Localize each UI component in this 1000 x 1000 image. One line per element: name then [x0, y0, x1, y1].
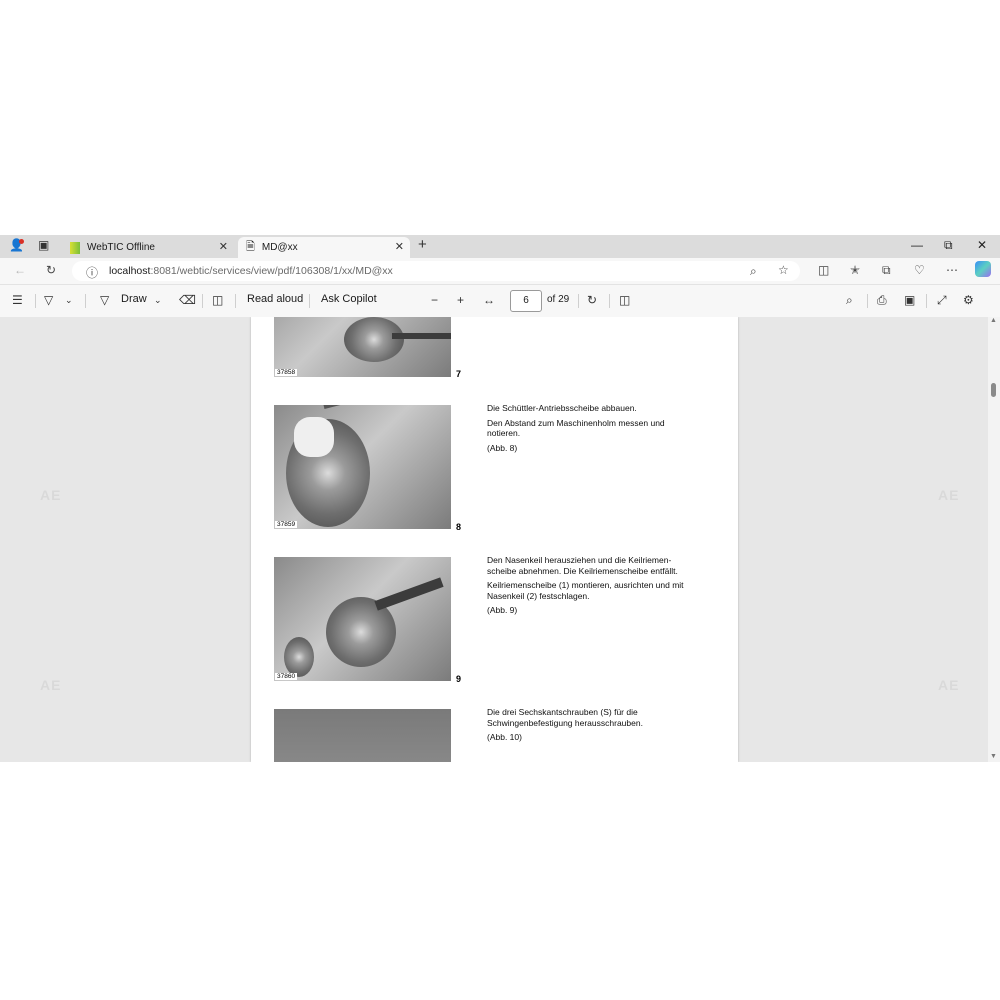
- refresh-icon[interactable]: ↻: [46, 263, 56, 277]
- toolbar-separator: [235, 294, 236, 308]
- settings-gear-icon[interactable]: ⚙: [963, 293, 974, 307]
- new-tab-icon[interactable]: +: [418, 236, 427, 253]
- instruction-paragraph: (Abb. 8): [487, 442, 518, 453]
- tab-title: MD@xx: [261, 242, 298, 253]
- chevron-down-icon[interactable]: ⌄: [65, 295, 73, 306]
- pdf-viewer[interactable]: AE AE AE AE AE AE AE AE 37858 7 37859 8: [0, 317, 988, 762]
- favorites-icon[interactable]: ✭: [850, 263, 860, 277]
- url-host: localhost: [109, 265, 151, 277]
- toolbar-separator: [609, 294, 610, 308]
- figure-code: 37858: [275, 369, 298, 376]
- page-total: of 29: [547, 294, 570, 305]
- instruction-text: Die Schüttler-Antriebsscheibe abbauen. D…: [487, 403, 687, 457]
- figure-photo: 37860: [274, 557, 451, 681]
- instruction-paragraph: (Abb. 10): [487, 732, 522, 742]
- toolbar-separator: [578, 294, 579, 308]
- address-row: ← ↻ ⓘ localhost:8081/webtic/services/vie…: [0, 258, 1000, 284]
- watermark: AE: [40, 487, 62, 503]
- print-icon[interactable]: ⎙: [877, 293, 887, 308]
- instruction-paragraph: Den Nasenkeil herausziehen und die Keilr…: [487, 555, 678, 576]
- restore-icon[interactable]: ⧉: [944, 238, 953, 253]
- collections-icon[interactable]: ⧉: [882, 263, 891, 278]
- highlight-icon[interactable]: ▽: [44, 293, 53, 307]
- watermark: AE: [938, 487, 960, 503]
- toolbar-separator: [309, 294, 310, 308]
- contents-icon[interactable]: ☰: [12, 293, 23, 307]
- tab-actions-icon[interactable]: ▣: [38, 238, 49, 252]
- minimize-icon[interactable]: —: [911, 238, 923, 252]
- favorite-star-icon[interactable]: ☆: [778, 263, 789, 277]
- instruction-paragraph: Die drei Sechskantschrauben (S) für die …: [487, 707, 643, 728]
- close-window-icon[interactable]: ✕: [977, 238, 987, 252]
- url-text[interactable]: localhost:8081/webtic/services/view/pdf/…: [109, 265, 393, 277]
- draw-button[interactable]: Draw: [121, 293, 147, 305]
- instruction-text: Die drei Sechskantschrauben (S) für die …: [487, 707, 687, 747]
- figure-number: 7: [456, 369, 462, 379]
- webtic-favicon: [70, 241, 80, 254]
- fit-page-icon[interactable]: ↔: [483, 293, 495, 307]
- instruction-paragraph: Die Schüttler-Antriebsscheibe abbauen.: [487, 403, 637, 413]
- instruction-paragraph: Den Abstand zum Maschinenholm messen und…: [487, 417, 665, 439]
- scroll-down-icon[interactable]: ▼: [990, 753, 997, 760]
- toolbar-separator: [926, 294, 927, 308]
- copilot-icon[interactable]: [975, 261, 991, 277]
- toolbar-separator: [867, 294, 868, 308]
- zoom-in-icon[interactable]: +: [457, 293, 464, 307]
- address-bar[interactable]: ⓘ localhost:8081/webtic/services/view/pd…: [72, 261, 800, 281]
- toolbar-separator: [85, 294, 86, 308]
- document-icon: 🗎: [246, 241, 255, 253]
- draw-icon[interactable]: ▽: [100, 293, 109, 307]
- browser-essentials-icon[interactable]: ♡: [914, 263, 925, 277]
- instruction-text: Den Nasenkeil herausziehen und die Keilr…: [487, 555, 687, 620]
- figure-photo: 37858: [274, 317, 451, 377]
- ask-copilot-button[interactable]: Ask Copilot: [321, 293, 377, 305]
- tab-strip: 👤 ▣ WebTIC Offline ✕ 🗎 MD@xx ✕ + — ⧉ ✕: [0, 235, 1000, 258]
- tab-webtic-offline[interactable]: WebTIC Offline ✕: [62, 237, 234, 258]
- split-screen-icon[interactable]: ◫: [818, 263, 829, 277]
- figure-code: 37860: [275, 673, 298, 680]
- text-icon[interactable]: ◫: [212, 293, 223, 307]
- close-tab-icon[interactable]: ✕: [219, 240, 228, 253]
- zoom-icon[interactable]: ⌕: [750, 264, 757, 279]
- vertical-scrollbar[interactable]: ▲ ▼: [988, 317, 1000, 762]
- figure-photo: 37859: [274, 405, 451, 529]
- pdf-toolbar: ☰ ▽ ⌄ ▽ Draw ⌄ ⌫ ◫ Read aloud Ask Copilo…: [0, 284, 1000, 318]
- save-icon[interactable]: ▣: [904, 293, 915, 307]
- page-number-input[interactable]: 6: [510, 290, 542, 312]
- watermark: AE: [938, 677, 960, 693]
- url-path: :8081/webtic/services/view/pdf/106308/1/…: [150, 265, 393, 277]
- page-view-icon[interactable]: ◫: [619, 293, 630, 307]
- figure-number: 9: [456, 674, 462, 684]
- instruction-paragraph: Keilriemenscheibe (1) montieren, ausrich…: [487, 580, 684, 601]
- toolbar-separator: [35, 294, 36, 308]
- tab-md-xx[interactable]: 🗎 MD@xx ✕: [238, 237, 410, 258]
- close-tab-icon[interactable]: ✕: [395, 240, 404, 253]
- fullscreen-icon[interactable]: ⤢: [937, 293, 947, 308]
- tab-title: WebTIC Offline: [87, 242, 155, 253]
- erase-icon[interactable]: ⌫: [179, 293, 196, 307]
- scroll-up-icon[interactable]: ▲: [990, 317, 997, 324]
- site-info-icon[interactable]: ⓘ: [86, 264, 98, 281]
- instruction-paragraph: (Abb. 9): [487, 605, 518, 615]
- browser-window: 👤 ▣ WebTIC Offline ✕ 🗎 MD@xx ✕ + — ⧉ ✕ ←…: [0, 235, 1000, 762]
- figure-code: 37859: [275, 521, 298, 528]
- more-menu-icon[interactable]: ⋯: [946, 263, 958, 277]
- watermark: AE: [40, 677, 62, 693]
- zoom-out-icon[interactable]: −: [431, 293, 438, 307]
- figure-number: 8: [456, 522, 462, 532]
- rotate-icon[interactable]: ↻: [587, 293, 597, 307]
- pdf-page: 37858 7 37859 8 Die Schüttler-Antriebssc…: [251, 317, 738, 762]
- figure-photo: [274, 709, 451, 762]
- chevron-down-icon[interactable]: ⌄: [154, 295, 162, 306]
- toolbar-separator: [202, 294, 203, 308]
- search-icon[interactable]: ⌕: [846, 293, 853, 308]
- scrollbar-thumb[interactable]: [991, 383, 996, 397]
- back-icon[interactable]: ←: [14, 263, 26, 277]
- read-aloud-button[interactable]: Read aloud: [247, 293, 303, 305]
- notification-dot: [19, 239, 24, 244]
